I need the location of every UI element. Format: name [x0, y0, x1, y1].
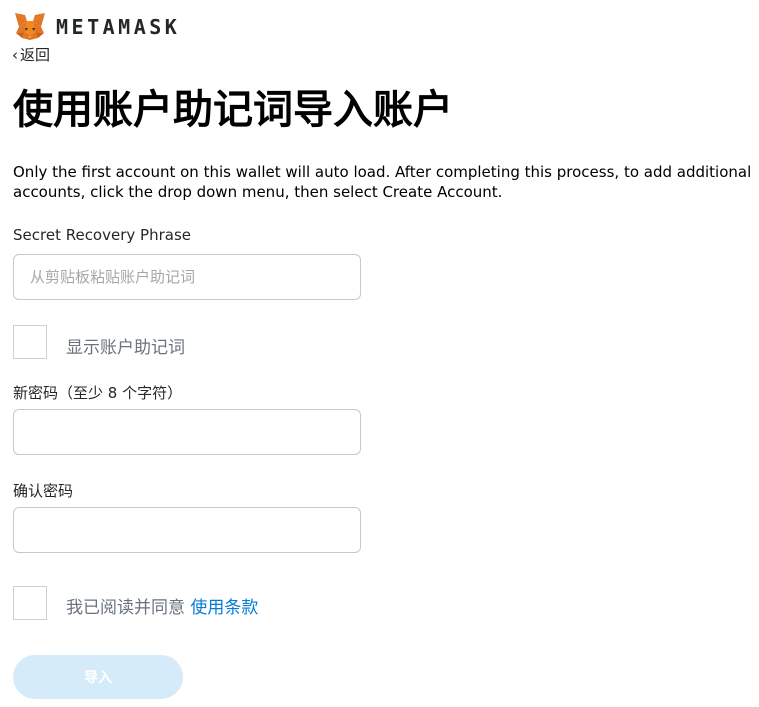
new-password-label: 新密码（至少 8 个字符）: [13, 384, 183, 402]
chevron-left-icon: ‹: [12, 45, 18, 64]
page-description: Only the first account on this wallet wi…: [13, 163, 752, 201]
new-password-field[interactable]: [13, 409, 361, 455]
terms-checkbox[interactable]: [13, 586, 47, 620]
confirm-password-label: 确认密码: [13, 482, 74, 500]
terms-label: 我已阅读并同意 使用条款: [66, 593, 258, 618]
brand-wordmark: METAMASK: [56, 15, 181, 39]
terms-of-use-link[interactable]: 使用条款: [190, 598, 258, 618]
srp-input[interactable]: [13, 254, 361, 300]
confirm-password-field[interactable]: [13, 507, 361, 553]
page-title: 使用账户助记词导入账户: [13, 87, 453, 133]
metamask-fox-icon: [15, 13, 45, 40]
srp-label: Secret Recovery Phrase: [13, 226, 191, 244]
brand-header: METAMASK: [13, 11, 180, 43]
terms-prefix: 我已阅读并同意: [66, 598, 185, 618]
show-srp-label: 显示账户助记词: [66, 338, 185, 358]
show-srp-checkbox[interactable]: [13, 325, 47, 359]
back-label: 返回: [20, 46, 51, 64]
back-link[interactable]: ‹ 返回: [12, 44, 50, 65]
import-button[interactable]: 导入: [13, 655, 183, 699]
